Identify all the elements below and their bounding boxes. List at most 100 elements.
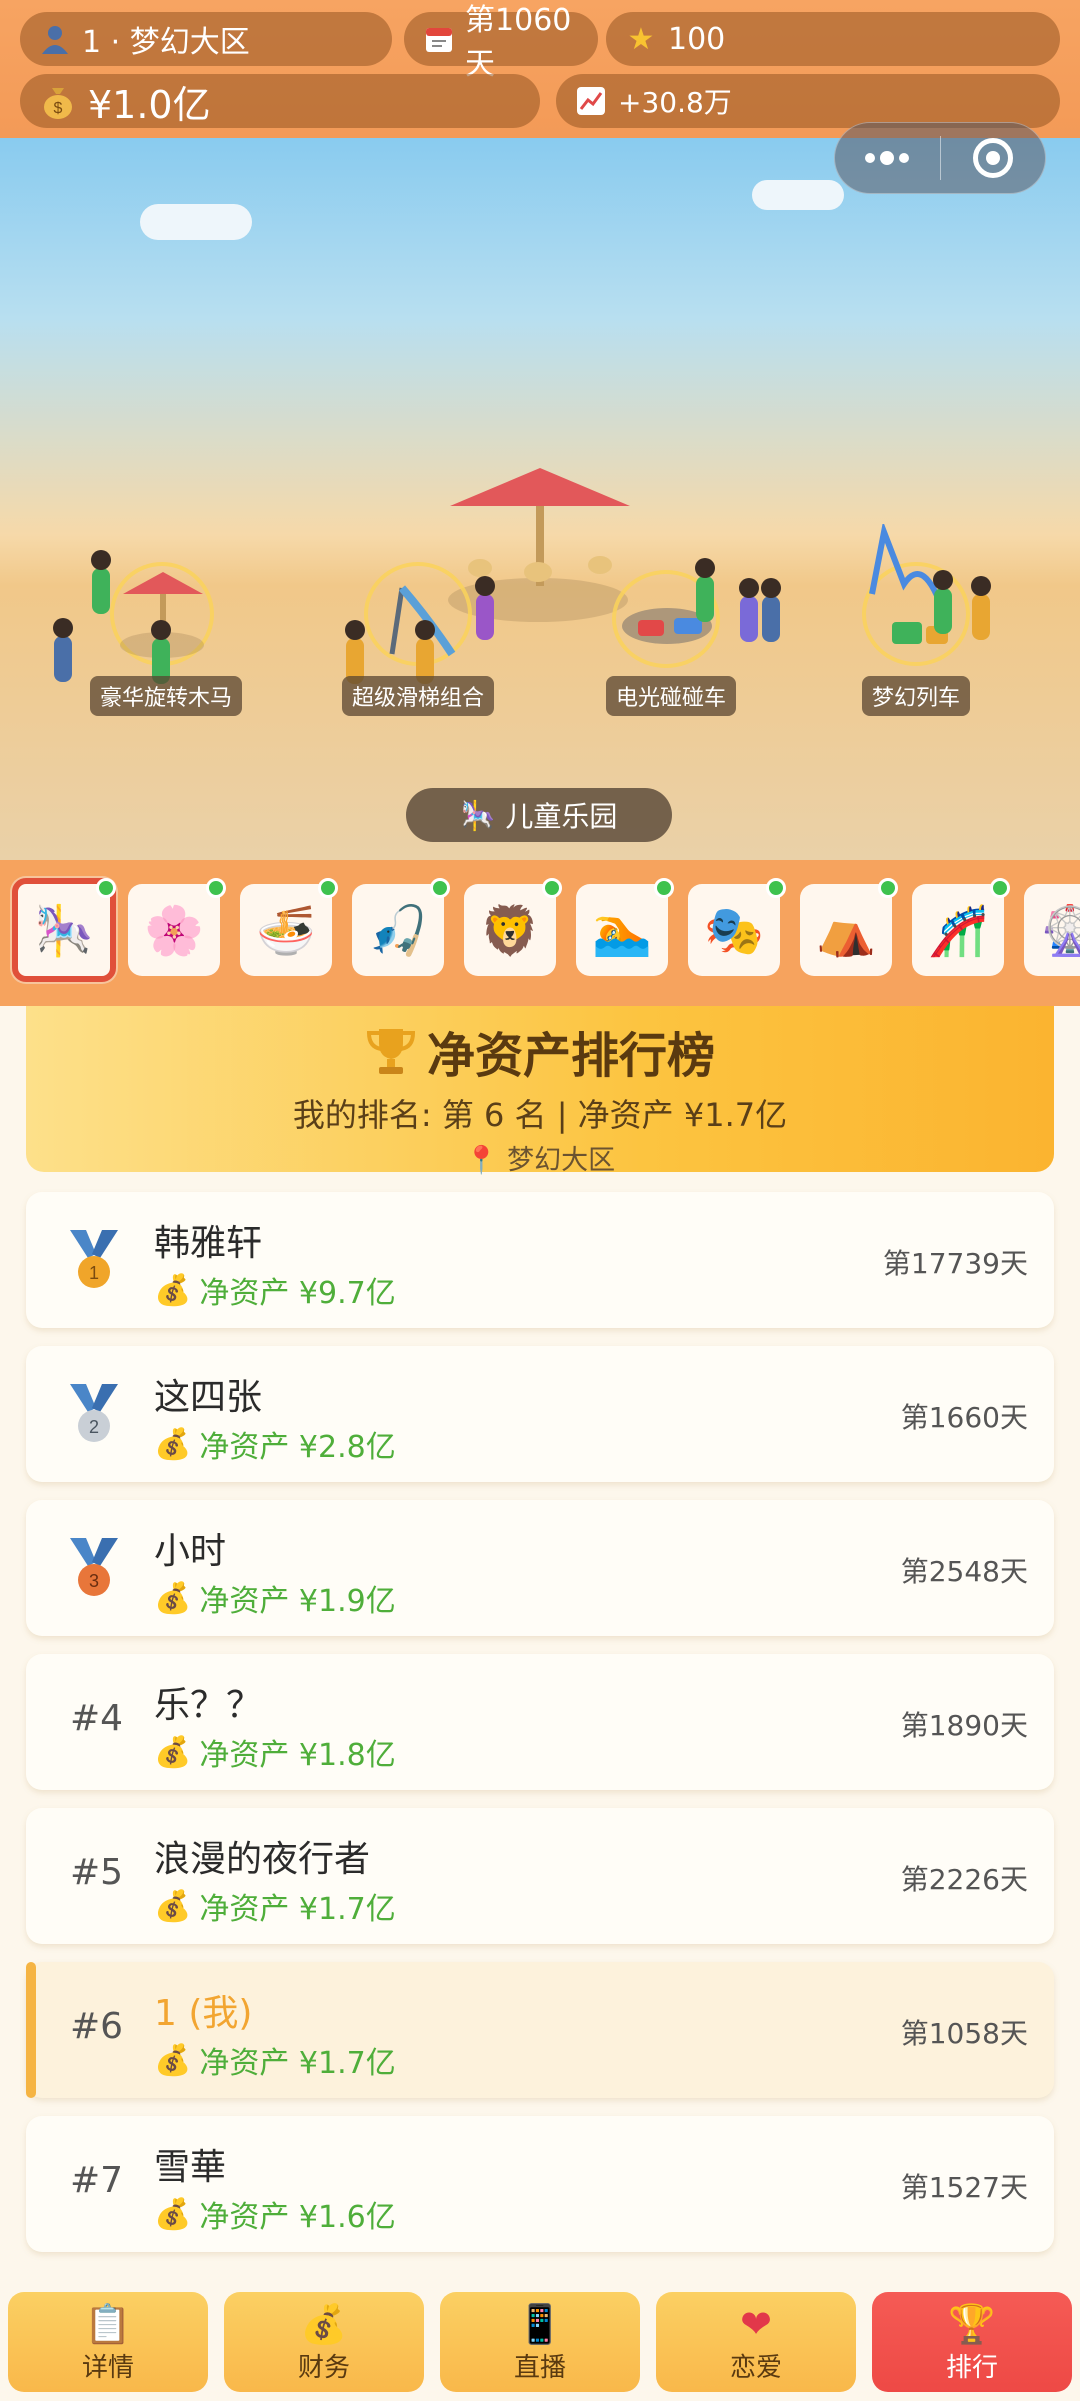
growth-value: +30.8万 xyxy=(618,86,732,119)
leaderboard-title: 净资产排行榜 xyxy=(26,1016,1054,1086)
leaderboard-row-me[interactable]: #6 1 (我) 💰 净资产 ¥1.7亿 第1058天 xyxy=(26,1962,1054,2098)
park-name: 儿童乐园 xyxy=(505,800,618,833)
attraction-sign[interactable]: 电光碰碰车 xyxy=(606,676,737,716)
calendar-icon xyxy=(420,20,457,58)
nav-label: 详情 xyxy=(81,2352,134,2383)
selector-tile-masks[interactable]: 🎭 xyxy=(688,878,786,976)
region-text: 梦幻大区 xyxy=(507,1145,616,1176)
visitor-figure xyxy=(475,576,495,640)
park-scene[interactable]: 豪华旋转木马 超级滑梯组合 电光碰碰车 梦幻列车 🎠 儿童乐园 xyxy=(0,138,1080,860)
selector-tile-carousel[interactable]: 🎠 xyxy=(12,878,116,982)
player-asset: 💰 净资产 ¥1.9亿 xyxy=(154,1580,396,1620)
money-bag-icon: 💰 xyxy=(154,1888,192,1924)
visitor-figure xyxy=(971,576,991,640)
close-miniprogram-button[interactable] xyxy=(941,122,1046,194)
status-dot xyxy=(990,878,1010,898)
leaderboard-row[interactable]: #7 雪華 💰 净资产 ¥1.6亿 第1527天 xyxy=(26,2116,1054,2252)
target-icon xyxy=(972,138,1013,178)
nav-ranking[interactable]: 🏆 排行 xyxy=(872,2292,1072,2392)
leaderboard-row[interactable]: 1 韩雅轩 💰 净资产 ¥9.7亿 第17739天 xyxy=(26,1192,1054,1328)
visitor-figure xyxy=(761,578,781,642)
my-rank-summary: 我的排名: 第 6 名 | 净资产 ¥1.7亿 xyxy=(292,1096,788,1134)
train-icon xyxy=(869,524,948,644)
roller-coaster-icon: 🎢 xyxy=(928,902,988,959)
money-value: ¥1.0亿 xyxy=(88,82,211,127)
player-asset: 💰 净资产 ¥2.8亿 xyxy=(154,1426,396,1466)
status-dot xyxy=(206,878,226,898)
player-days: 第1890天 xyxy=(900,1709,1028,1742)
nav-live[interactable]: 📱 直播 xyxy=(440,2292,640,2392)
attraction-sign[interactable]: 超级滑梯组合 xyxy=(342,676,495,716)
gold-medal-icon: 1 xyxy=(70,1230,118,1288)
selector-tile-ferris-wheel[interactable]: 🎡 xyxy=(1024,884,1080,976)
attraction-sign[interactable]: 梦幻列车 xyxy=(862,676,971,716)
player-name: 这四张 xyxy=(154,1377,263,1418)
nav-label: 直播 xyxy=(513,2352,566,2383)
bronze-medal-icon: 3 xyxy=(70,1538,118,1596)
money-bag-icon: 💰 xyxy=(300,2301,348,2346)
nav-details[interactable]: 📋 详情 xyxy=(8,2292,208,2392)
leaderboard-row[interactable]: #5 浪漫的夜行者 💰 净资产 ¥1.7亿 第2226天 xyxy=(26,1808,1054,1944)
leaderboard-title-text: 净资产排行榜 xyxy=(426,1028,715,1084)
trophy-icon xyxy=(366,1029,415,1074)
swimming-icon: 🏊 xyxy=(592,902,652,959)
nav-finance[interactable]: 💰 财务 xyxy=(224,2292,424,2392)
status-dot xyxy=(318,878,338,898)
player-days: 第1527天 xyxy=(900,2171,1028,2204)
hearts-icon: ❤ xyxy=(740,2301,772,2346)
status-dot xyxy=(654,878,674,898)
status-dot xyxy=(878,878,898,898)
carousel-icon: 🎠 xyxy=(460,798,496,832)
status-dot xyxy=(430,878,450,898)
leaderboard-row[interactable]: 3 小时 💰 净资产 ¥1.9亿 第2548天 xyxy=(26,1500,1054,1636)
leaderboard-row[interactable]: #4 乐？？ 💰 净资产 ¥1.8亿 第1890天 xyxy=(26,1654,1054,1790)
selector-tile-lion[interactable]: 🦁 xyxy=(464,878,562,976)
top-status-bar: 1 · 梦幻大区 第1060天 ★ 100 $ ¥1.0亿 +30.8万 xyxy=(0,0,1080,138)
more-button[interactable] xyxy=(835,122,940,194)
money-bag-icon: 💰 xyxy=(154,2042,192,2078)
chart-up-icon xyxy=(572,82,610,120)
svg-text:1: 1 xyxy=(89,1263,99,1283)
selector-tile-roller-coaster[interactable]: 🎢 xyxy=(912,878,1010,976)
selector-tile-swimming[interactable]: 🏊 xyxy=(576,878,674,976)
more-dots-icon xyxy=(865,151,910,165)
player-name: 雪華 xyxy=(154,2147,227,2188)
selector-tile-flower[interactable]: 🌸 xyxy=(128,878,226,976)
player-name: 韩雅轩 xyxy=(154,1223,263,1264)
fishing-icon: 🎣 xyxy=(368,902,428,959)
miniprogram-capsule xyxy=(834,122,1046,194)
leaderboard-row[interactable]: 2 这四张 💰 净资产 ¥2.8亿 第1660天 xyxy=(26,1346,1054,1482)
selector-tile-fishing[interactable]: 🎣 xyxy=(352,878,450,976)
player-asset: 💰 净资产 ¥1.6亿 xyxy=(154,2196,396,2236)
central-umbrella xyxy=(450,468,630,586)
user-region-pill[interactable]: 1 · 梦幻大区 xyxy=(20,12,392,66)
carousel-icon: 🎠 xyxy=(34,902,94,959)
leaderboard-header: 净资产排行榜 我的排名: 第 6 名 | 净资产 ¥1.7亿 📍 梦幻大区 xyxy=(26,1006,1054,1176)
player-asset: 💰 净资产 ¥9.7亿 xyxy=(154,1272,396,1312)
user-icon xyxy=(36,20,74,58)
visitor-figure xyxy=(53,618,73,682)
flower-icon: 🌸 xyxy=(144,902,204,959)
money-bag-icon: $ xyxy=(36,79,80,123)
selector-tile-noodle[interactable]: 🍜 xyxy=(240,878,338,976)
attraction-sign[interactable]: 豪华旋转木马 xyxy=(90,676,243,716)
nav-romance[interactable]: ❤ 恋爱 xyxy=(656,2292,856,2392)
svg-text:$: $ xyxy=(54,100,63,117)
nav-label: 恋爱 xyxy=(729,2352,782,2383)
silver-medal-icon: 2 xyxy=(70,1384,118,1442)
user-region-label: 1 · 梦幻大区 xyxy=(82,25,250,60)
noodle-icon: 🍜 xyxy=(256,902,316,959)
player-days: 第2548天 xyxy=(900,1555,1028,1588)
money-bag-icon: 💰 xyxy=(154,1426,192,1462)
cloud xyxy=(752,180,844,210)
player-name: 浪漫的夜行者 xyxy=(154,1839,371,1880)
lion-icon: 🦁 xyxy=(480,902,540,959)
park-name-label[interactable]: 🎠 儿童乐园 xyxy=(406,788,672,842)
player-days: 第17739天 xyxy=(882,1247,1028,1280)
growth-pill: +30.8万 xyxy=(556,74,1060,128)
selector-tile-tent[interactable]: ⛺ xyxy=(800,878,898,976)
clipboard-icon: 📋 xyxy=(84,2301,132,2346)
star-count: 100 xyxy=(668,21,726,57)
player-name: 小时 xyxy=(154,1531,227,1572)
svg-text:3: 3 xyxy=(89,1571,99,1591)
